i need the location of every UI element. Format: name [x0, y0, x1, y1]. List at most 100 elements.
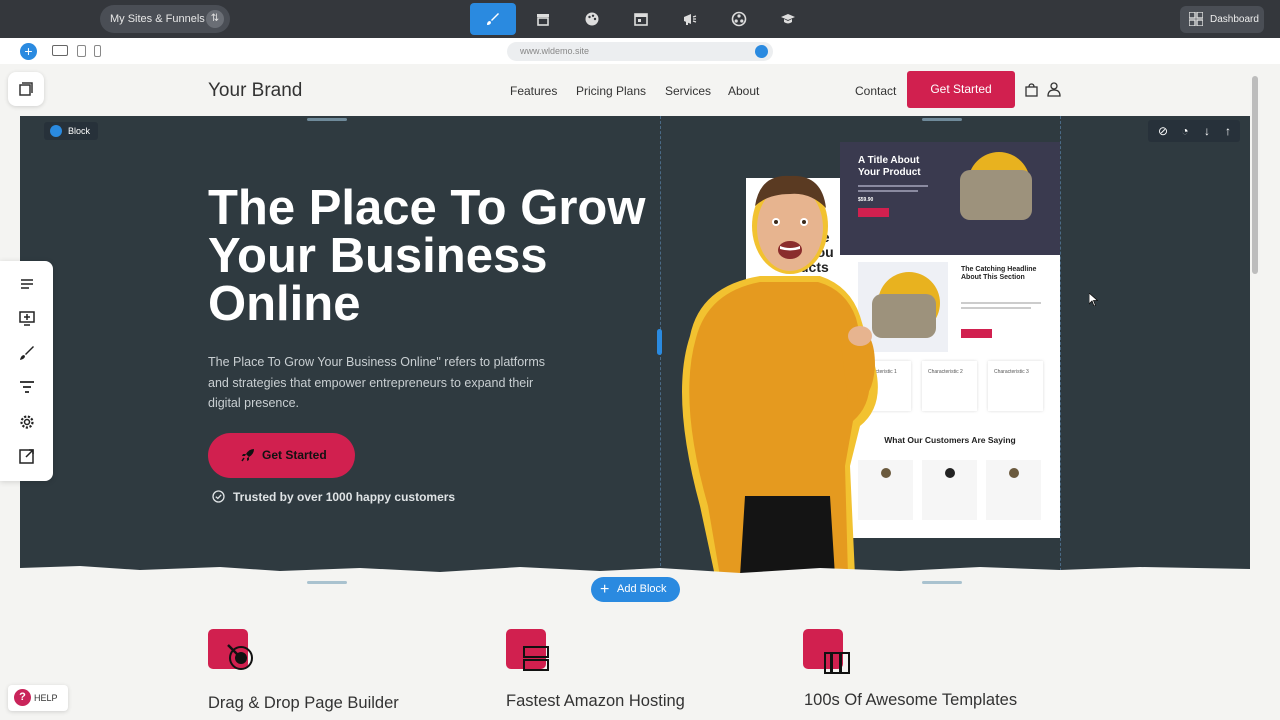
- mock-characteristic-text: Characteristic 3: [994, 369, 1029, 375]
- palette-tool-button[interactable]: [569, 3, 615, 35]
- mock-bag-image: [960, 170, 1032, 220]
- calendar-tool-button[interactable]: [618, 3, 664, 35]
- site-header: Your Brand Features Pricing Plans Servic…: [0, 64, 1250, 116]
- trust-text: Trusted by over 1000 happy customers: [233, 490, 456, 504]
- scrollbar-thumb[interactable]: [1252, 76, 1258, 274]
- nav-contact[interactable]: Contact: [855, 84, 896, 98]
- block-label-text: Block: [68, 126, 91, 136]
- mock-characteristic-text: Characteristic 2: [928, 369, 963, 375]
- nav-pricing-plans[interactable]: Pricing Plans: [576, 84, 646, 98]
- mock-avatar: [880, 468, 891, 478]
- graduation-cap-icon: [781, 14, 795, 24]
- mock-text-line: [961, 307, 1031, 309]
- design-tool-button[interactable]: [470, 3, 516, 35]
- header-get-started-button[interactable]: Get Started: [907, 71, 1015, 108]
- desktop-view-icon[interactable]: [52, 45, 68, 56]
- left-tool-panel: [0, 261, 53, 481]
- check-circle-icon: [212, 490, 225, 503]
- help-button[interactable]: ? HELP: [8, 685, 68, 711]
- hide-icon[interactable]: ⊘: [1156, 124, 1170, 138]
- calendar-icon: [634, 13, 648, 26]
- add-element-button[interactable]: +: [20, 43, 37, 60]
- dashboard-icon: [1189, 12, 1203, 26]
- switch-icon: ⇅: [206, 10, 224, 28]
- mouse-cursor: [1089, 293, 1098, 306]
- mock-characteristic-card: Characteristic 2: [922, 361, 977, 411]
- add-section-icon[interactable]: [18, 309, 36, 327]
- add-block-label: Add Block: [617, 583, 667, 595]
- url-settings-icon[interactable]: [755, 45, 768, 58]
- hero-description[interactable]: The Place To Grow Your Business Online" …: [208, 352, 548, 414]
- hero-cta-label: Get Started: [262, 448, 327, 462]
- trust-badge: Trusted by over 1000 happy customers: [212, 490, 455, 504]
- url-text: www.wldemo.site: [520, 46, 590, 56]
- block-settings-icon: [50, 125, 62, 137]
- editor-topbar: My Sites & Funnels ⇅ Dashboard: [0, 0, 1280, 38]
- hero-get-started-button[interactable]: Get Started: [208, 433, 355, 478]
- block-label[interactable]: Block: [44, 122, 99, 140]
- drag-handle[interactable]: [307, 581, 347, 584]
- my-sites-funnels-button[interactable]: My Sites & Funnels ⇅: [100, 5, 230, 33]
- column-guide: [1060, 116, 1061, 576]
- filter-icon[interactable]: [18, 378, 36, 396]
- feature-title: 100s Of Awesome Templates: [804, 691, 1018, 709]
- nav-about[interactable]: About: [728, 84, 759, 98]
- menu-icon[interactable]: [18, 275, 36, 293]
- url-bar[interactable]: www.wldemo.site: [507, 42, 773, 61]
- page-scrollbar[interactable]: [1250, 64, 1280, 720]
- drag-handle[interactable]: [922, 118, 962, 121]
- tablet-view-icon[interactable]: [77, 45, 86, 57]
- marketing-tool-button[interactable]: [667, 3, 713, 35]
- help-label: HELP: [34, 693, 58, 703]
- block-toolbar: ⊘ ◔ ↓ ↑: [1148, 120, 1240, 142]
- drag-handle[interactable]: [922, 581, 962, 584]
- network-icon: [731, 11, 747, 27]
- mock-testimonial-card: [922, 460, 977, 520]
- feature-title: Fastest Amazon Hosting: [506, 692, 685, 710]
- gear-icon[interactable]: [18, 413, 36, 431]
- question-icon: ?: [14, 689, 31, 706]
- mock-avatar: [944, 468, 955, 478]
- copy-icon: [19, 82, 33, 96]
- palette-icon: [585, 12, 599, 26]
- mock-cta-button: [961, 329, 992, 338]
- dashboard-button[interactable]: Dashboard: [1180, 6, 1264, 33]
- site-brand[interactable]: Your Brand: [208, 80, 302, 102]
- templates-feature-icon: [803, 629, 850, 674]
- move-up-icon[interactable]: ↑: [1221, 124, 1235, 138]
- feature-title: Drag & Drop Page Builder: [208, 694, 399, 712]
- duplicate-button[interactable]: [8, 72, 44, 106]
- store-tool-button[interactable]: [520, 3, 566, 35]
- academy-tool-button[interactable]: [765, 3, 811, 35]
- hero-title[interactable]: The Place To Grow Your Business Online: [208, 184, 658, 329]
- rocket-icon: [241, 449, 254, 462]
- brush-icon[interactable]: [18, 344, 36, 362]
- mock-bag-image: [872, 294, 936, 338]
- plus-icon: +: [600, 581, 610, 598]
- megaphone-icon: [684, 14, 697, 25]
- dashboard-label: Dashboard: [1210, 14, 1259, 25]
- preview-toolbar: + www.wldemo.site: [0, 38, 1280, 64]
- hosting-feature-icon: [506, 629, 549, 671]
- nav-services[interactable]: Services: [665, 84, 711, 98]
- nav-features[interactable]: Features: [510, 84, 557, 98]
- mock-testimonial-card: [986, 460, 1041, 520]
- mock-text-line: [961, 302, 1041, 304]
- my-sites-label: My Sites & Funnels: [110, 13, 205, 25]
- brush-icon: [487, 13, 499, 25]
- user-icon[interactable]: [1047, 82, 1061, 97]
- drag-drop-feature-icon: [208, 629, 253, 670]
- integrations-tool-button[interactable]: [716, 3, 762, 35]
- hero-person-image: [682, 175, 878, 576]
- timer-icon[interactable]: ◔: [1178, 124, 1192, 138]
- hero-section[interactable]: Block ⊘ ◔ ↓ ↑ The Place To Grow Your Bus…: [20, 116, 1250, 576]
- cart-icon[interactable]: [1025, 83, 1038, 97]
- store-icon: [537, 14, 549, 26]
- add-block-button[interactable]: + Add Block: [591, 577, 680, 602]
- drag-handle[interactable]: [307, 118, 347, 121]
- external-link-icon[interactable]: [18, 447, 36, 465]
- mock-avatar: [1008, 468, 1019, 478]
- move-down-icon[interactable]: ↓: [1200, 124, 1214, 138]
- mock-headline: The Catching Headline About This Section: [961, 266, 1037, 281]
- mobile-view-icon[interactable]: [94, 45, 101, 57]
